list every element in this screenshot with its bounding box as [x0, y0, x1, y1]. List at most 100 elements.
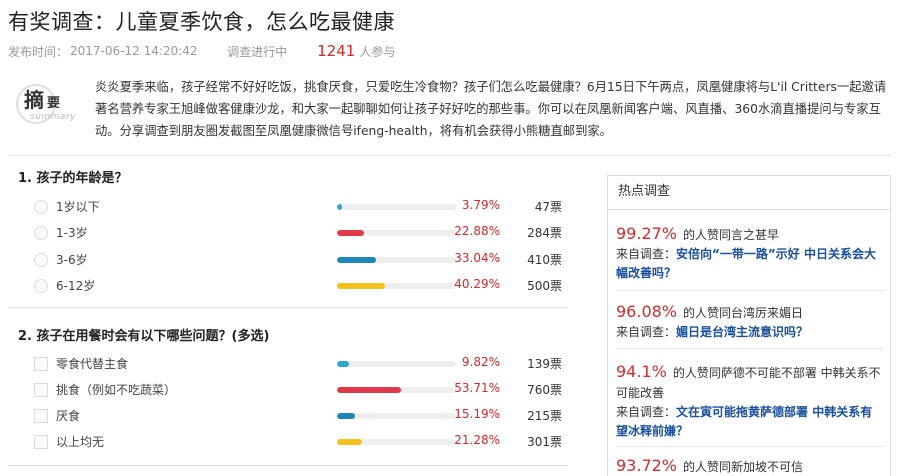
result-bar [337, 230, 456, 236]
q2-option-1[interactable]: 零食代替主食 9.82% 139票 [0, 352, 600, 376]
hot-survey-item[interactable]: 96.08% 的人赞同台湾厉来媚日 来自调查：媚日是台湾主流意识吗？ [616, 302, 884, 342]
option-percent: 3.79% [461, 198, 500, 212]
participant-count: 1241 [317, 42, 356, 60]
hot-survey-stat: 93.72% 的人赞同新加坡不可信 [616, 456, 884, 476]
hot-survey-text: 的人赞同新加坡不可信 [683, 460, 804, 474]
hot-survey-from-label: 来自调查： [616, 405, 677, 419]
option-votes: 410票 [527, 253, 562, 267]
q1-option-2[interactable]: 1-3岁 22.88% 284票 [0, 221, 600, 245]
result-bar-fill [337, 361, 349, 367]
result-bar [337, 439, 456, 445]
question-2-title: 2. 孩子在用餐时会有以下哪些问题？(多选) [18, 329, 270, 344]
option-label: 挑食（例如不吃蔬菜） [56, 383, 177, 397]
checkbox[interactable] [34, 357, 48, 371]
survey-meta: 发布时间： 2017-06-12 14:20:42 调查进行中 1241 人参与 [8, 42, 395, 60]
hot-survey-divider [616, 348, 884, 349]
result-bar [337, 387, 456, 393]
q2-option-2[interactable]: 挑食（例如不吃蔬菜） 53.71% 760票 [0, 378, 600, 402]
result-bar [337, 283, 456, 289]
result-bar [337, 361, 456, 367]
header-divider [8, 155, 891, 156]
question-divider [8, 465, 568, 466]
q2-option-4[interactable]: 以上均无 21.28% 301票 [0, 430, 600, 454]
hot-survey-item[interactable]: 99.27% 的人赞同言之甚早 来自调查：安倍向“一带一路”示好 中日关系会大幅改… [616, 224, 884, 283]
hot-survey-text: 的人赞同言之甚早 [683, 228, 780, 242]
summary-badge-en: summary [30, 112, 76, 122]
option-percent: 15.19% [454, 407, 500, 421]
hot-survey-source: 来自调查：安倍向“一带一路”示好 中日关系会大幅改善吗？ [616, 245, 884, 283]
option-votes: 500票 [527, 279, 562, 293]
option-percent: 22.88% [454, 224, 500, 238]
option-label: 厌食 [56, 409, 81, 423]
hot-survey-divider [616, 446, 884, 447]
page-title: 有奖调查：儿童夏季饮食，怎么吃最健康 [8, 10, 395, 34]
hot-survey-from-label: 来自调查： [616, 247, 677, 261]
checkbox[interactable] [34, 435, 48, 449]
question-1-title: 1. 孩子的年龄是？ [18, 171, 128, 186]
option-percent: 53.71% [454, 381, 500, 395]
result-bar-fill [337, 413, 356, 419]
hot-survey-percent: 99.27% [616, 224, 678, 243]
summary-text: 炎炎夏季来临，孩子经常不好好吃饭，挑食厌食，只爱吃生冷食物？孩子们怎么吃最健康？… [95, 80, 887, 138]
hot-survey-percent: 96.08% [616, 302, 678, 321]
hot-survey-item[interactable]: 94.1% 的人赞同萨德不可能不部署 中韩关系不可能改善 来自调查：文在寅可能拖黄… [616, 362, 884, 441]
hot-survey-divider [616, 290, 884, 291]
option-votes: 760票 [527, 383, 562, 397]
checkbox[interactable] [34, 409, 48, 423]
hot-survey-from-label: 来自调查： [616, 325, 677, 339]
option-label: 1-3岁 [56, 226, 88, 240]
result-bar-fill [337, 387, 401, 393]
participant-label: 人参与 [359, 44, 396, 59]
hot-survey-stat: 99.27% 的人赞同言之甚早 [616, 224, 884, 245]
result-bar-fill [337, 439, 363, 445]
option-label: 1岁以下 [56, 200, 100, 214]
option-votes: 47票 [534, 200, 562, 214]
hot-survey-percent: 93.72% [616, 456, 678, 475]
option-label: 3-6岁 [56, 253, 88, 267]
q1-option-4[interactable]: 6-12岁 40.29% 500票 [0, 274, 600, 298]
hot-survey-source: 来自调查：文在寅可能拖黄萨德部署 中韩关系有望冰释前嫌？ [616, 403, 884, 441]
publish-time: 2017-06-12 14:20:42 [70, 44, 198, 58]
hot-survey-stat: 94.1% 的人赞同萨德不可能不部署 中韩关系不可能改善 [616, 362, 884, 403]
result-bar-fill [337, 283, 385, 289]
radio-button[interactable] [34, 226, 48, 240]
hot-survey-percent: 94.1% [616, 362, 667, 381]
option-percent: 33.04% [454, 251, 500, 265]
hot-survey-source: 来自调查：媚日是台湾主流意识吗？ [616, 323, 884, 342]
option-label: 零食代替主食 [56, 357, 129, 371]
result-bar [337, 204, 456, 210]
hot-survey-item[interactable]: 93.72% 的人赞同新加坡不可信 [616, 456, 884, 476]
hot-survey-text: 的人赞同台湾厉来媚日 [683, 306, 804, 320]
option-votes: 215票 [527, 409, 562, 423]
option-votes: 301票 [527, 435, 562, 449]
option-label: 6-12岁 [56, 279, 96, 293]
radio-button[interactable] [34, 253, 48, 267]
summary-badge-sub: 要 [47, 96, 61, 111]
radio-button[interactable] [34, 279, 48, 293]
option-percent: 9.82% [461, 355, 500, 369]
option-label: 以上均无 [56, 435, 105, 449]
option-percent: 21.28% [454, 433, 500, 447]
summary-badge-main: 摘 [24, 88, 44, 112]
question-divider [8, 307, 568, 308]
hot-survey-link[interactable]: 媚日是台湾主流意识吗？ [676, 325, 808, 339]
hot-surveys-panel: 热点调查 99.27% 的人赞同言之甚早 来自调查：安倍向“一带一路”示好 中日关… [607, 175, 891, 476]
q1-option-1[interactable]: 1岁以下 3.79% 47票 [0, 195, 600, 219]
option-votes: 284票 [527, 226, 562, 240]
hot-survey-stat: 96.08% 的人赞同台湾厉来媚日 [616, 302, 884, 323]
result-bar-fill [337, 257, 377, 263]
hot-surveys-title: 热点调查 [608, 176, 890, 210]
q1-option-3[interactable]: 3-6岁 33.04% 410票 [0, 248, 600, 272]
publish-label: 发布时间： [8, 44, 69, 59]
option-percent: 40.29% [454, 277, 500, 291]
q2-option-3[interactable]: 厌食 15.19% 215票 [0, 404, 600, 428]
radio-button[interactable] [34, 200, 48, 214]
checkbox[interactable] [34, 383, 48, 397]
survey-status: 调查进行中 [227, 44, 288, 59]
result-bar [337, 413, 456, 419]
summary-badge: 摘 要 summary [14, 84, 76, 130]
result-bar-fill [337, 204, 342, 210]
option-votes: 139票 [527, 357, 562, 371]
result-bar [337, 257, 456, 263]
result-bar-fill [337, 230, 365, 236]
